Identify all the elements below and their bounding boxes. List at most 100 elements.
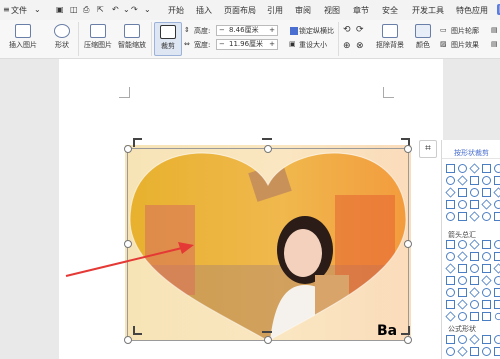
more-options-icon[interactable]: ▤ — [491, 40, 498, 48]
tab-review[interactable]: 审阅 — [295, 5, 311, 16]
arrow-shape-option[interactable] — [482, 264, 491, 273]
arrow-shape-option[interactable] — [458, 276, 467, 285]
shape-option[interactable] — [482, 188, 491, 197]
shape-option[interactable] — [469, 211, 480, 222]
arrow-shape-option[interactable] — [494, 240, 500, 249]
arrow-shape-option[interactable] — [445, 263, 456, 274]
align-icon[interactable]: ⊕ — [343, 41, 351, 51]
group-icon[interactable]: ⊗ — [356, 41, 364, 51]
formula-shape-option[interactable] — [469, 334, 480, 345]
width-field[interactable]: − 11.96厘米 + — [216, 39, 278, 50]
resize-handle[interactable] — [404, 240, 412, 248]
menu-hamburger-icon[interactable]: ≡ — [3, 5, 10, 14]
chevron-down-icon[interactable]: ⌄ — [34, 5, 41, 14]
arrow-shape-option[interactable] — [458, 264, 467, 273]
shape-option[interactable] — [445, 187, 456, 198]
tab-view[interactable]: 视图 — [324, 5, 340, 16]
tab-home[interactable]: 开始 — [168, 5, 184, 16]
formula-shape-option[interactable] — [446, 347, 455, 356]
formula-shape-option[interactable] — [494, 335, 500, 344]
reset-size-button[interactable]: 重设大小 — [299, 40, 327, 50]
shape-option[interactable] — [470, 176, 479, 185]
shape-option[interactable] — [469, 163, 480, 174]
increment-icon[interactable]: + — [269, 40, 275, 49]
arrow-shape-option[interactable] — [482, 252, 491, 261]
crop-edge-handle[interactable] — [262, 331, 272, 333]
arrow-shape-option[interactable] — [482, 312, 491, 321]
print-icon[interactable]: ⎙ — [83, 5, 89, 15]
shape-option[interactable] — [470, 200, 479, 209]
resize-handle[interactable] — [124, 145, 132, 153]
tab-page-layout[interactable]: 页面布局 — [224, 5, 256, 16]
shape-option[interactable] — [446, 164, 455, 173]
arrow-shape-option[interactable] — [482, 240, 491, 249]
crop-float-button[interactable]: ⌗ — [419, 140, 437, 158]
file-menu[interactable]: 文件 — [11, 5, 27, 16]
arrow-shape-option[interactable] — [494, 252, 500, 261]
arrow-shape-option[interactable] — [494, 288, 500, 297]
shape-option[interactable] — [494, 200, 500, 209]
rotate-icon[interactable]: ⟲ — [343, 25, 351, 35]
height-field[interactable]: − 8.46厘米 + — [216, 25, 278, 36]
formula-shape-option[interactable] — [457, 346, 468, 357]
arrow-shape-option[interactable] — [482, 288, 491, 297]
insert-picture-button[interactable]: 插入图片 — [6, 24, 40, 50]
formula-shape-option[interactable] — [446, 335, 455, 344]
decrement-icon[interactable]: − — [219, 26, 225, 35]
crop-corner-handle[interactable] — [133, 138, 142, 147]
arrow-shape-option[interactable] — [458, 240, 467, 249]
resize-handle[interactable] — [264, 336, 272, 344]
arrow-shape-option[interactable] — [446, 300, 455, 309]
formula-shape-option[interactable] — [482, 335, 491, 344]
arrow-shape-option[interactable] — [470, 300, 479, 309]
shape-option[interactable] — [446, 212, 455, 221]
arrow-shape-option[interactable] — [481, 275, 492, 286]
color-button[interactable]: 颜色 — [411, 24, 435, 50]
shape-option[interactable] — [446, 200, 455, 209]
shape-button[interactable]: 形状 — [50, 24, 74, 50]
tab-security[interactable]: 安全 — [382, 5, 398, 16]
arrow-shape-option[interactable] — [482, 300, 491, 309]
shape-option[interactable] — [482, 212, 491, 221]
arrow-shape-option[interactable] — [458, 288, 467, 297]
picture-effect-icon[interactable]: ▨ — [440, 40, 447, 48]
arrow-shape-option[interactable] — [469, 287, 480, 298]
export-icon[interactable]: ⇱ — [97, 5, 104, 14]
lock-ratio-checkbox[interactable] — [290, 27, 298, 35]
shape-option[interactable] — [457, 175, 468, 186]
shape-option[interactable] — [458, 188, 467, 197]
arrow-shape-option[interactable] — [470, 276, 479, 285]
arrow-shape-option[interactable] — [494, 276, 500, 285]
save-icon[interactable]: ▣ — [56, 5, 64, 14]
shape-option[interactable] — [481, 199, 492, 210]
crop-by-shape-tab[interactable]: 按形状裁剪 — [454, 148, 489, 158]
smart-zoom-button[interactable]: 智能缩放 — [116, 24, 148, 50]
crop-corner-handle[interactable] — [133, 326, 142, 335]
resize-handle[interactable] — [264, 145, 272, 153]
tab-developer[interactable]: 开发工具 — [412, 5, 444, 16]
shape-option[interactable] — [470, 188, 479, 197]
shape-option[interactable] — [446, 176, 455, 185]
shape-option[interactable] — [494, 164, 500, 173]
flip-icon[interactable]: ⟳ — [356, 25, 364, 35]
print-preview-icon[interactable]: ◫ — [70, 5, 78, 14]
picture-outline-icon[interactable]: ▭ — [440, 26, 447, 34]
arrow-shape-option[interactable] — [493, 311, 500, 322]
arrow-shape-option[interactable] — [470, 312, 479, 321]
picture-outline-button[interactable]: 图片轮廓 — [451, 26, 479, 36]
undo-icon[interactable]: ↶ — [112, 5, 119, 14]
resize-handle[interactable] — [124, 336, 132, 344]
shape-option[interactable] — [494, 176, 500, 185]
arrow-shape-option[interactable] — [458, 312, 467, 321]
tab-insert[interactable]: 插入 — [196, 5, 212, 16]
more-options-icon[interactable]: ▤ — [491, 26, 498, 34]
arrow-shape-option[interactable] — [470, 264, 479, 273]
formula-shape-option[interactable] — [494, 347, 500, 356]
decrement-icon[interactable]: − — [219, 40, 225, 49]
crop-corner-handle[interactable] — [401, 326, 410, 335]
redo-icon[interactable]: ↷ — [131, 5, 138, 14]
arrow-shape-option[interactable] — [446, 276, 455, 285]
more-icon[interactable]: ⌄ — [144, 5, 151, 14]
compress-picture-button[interactable]: 压缩图片 — [82, 24, 114, 50]
shape-option[interactable] — [494, 212, 500, 221]
